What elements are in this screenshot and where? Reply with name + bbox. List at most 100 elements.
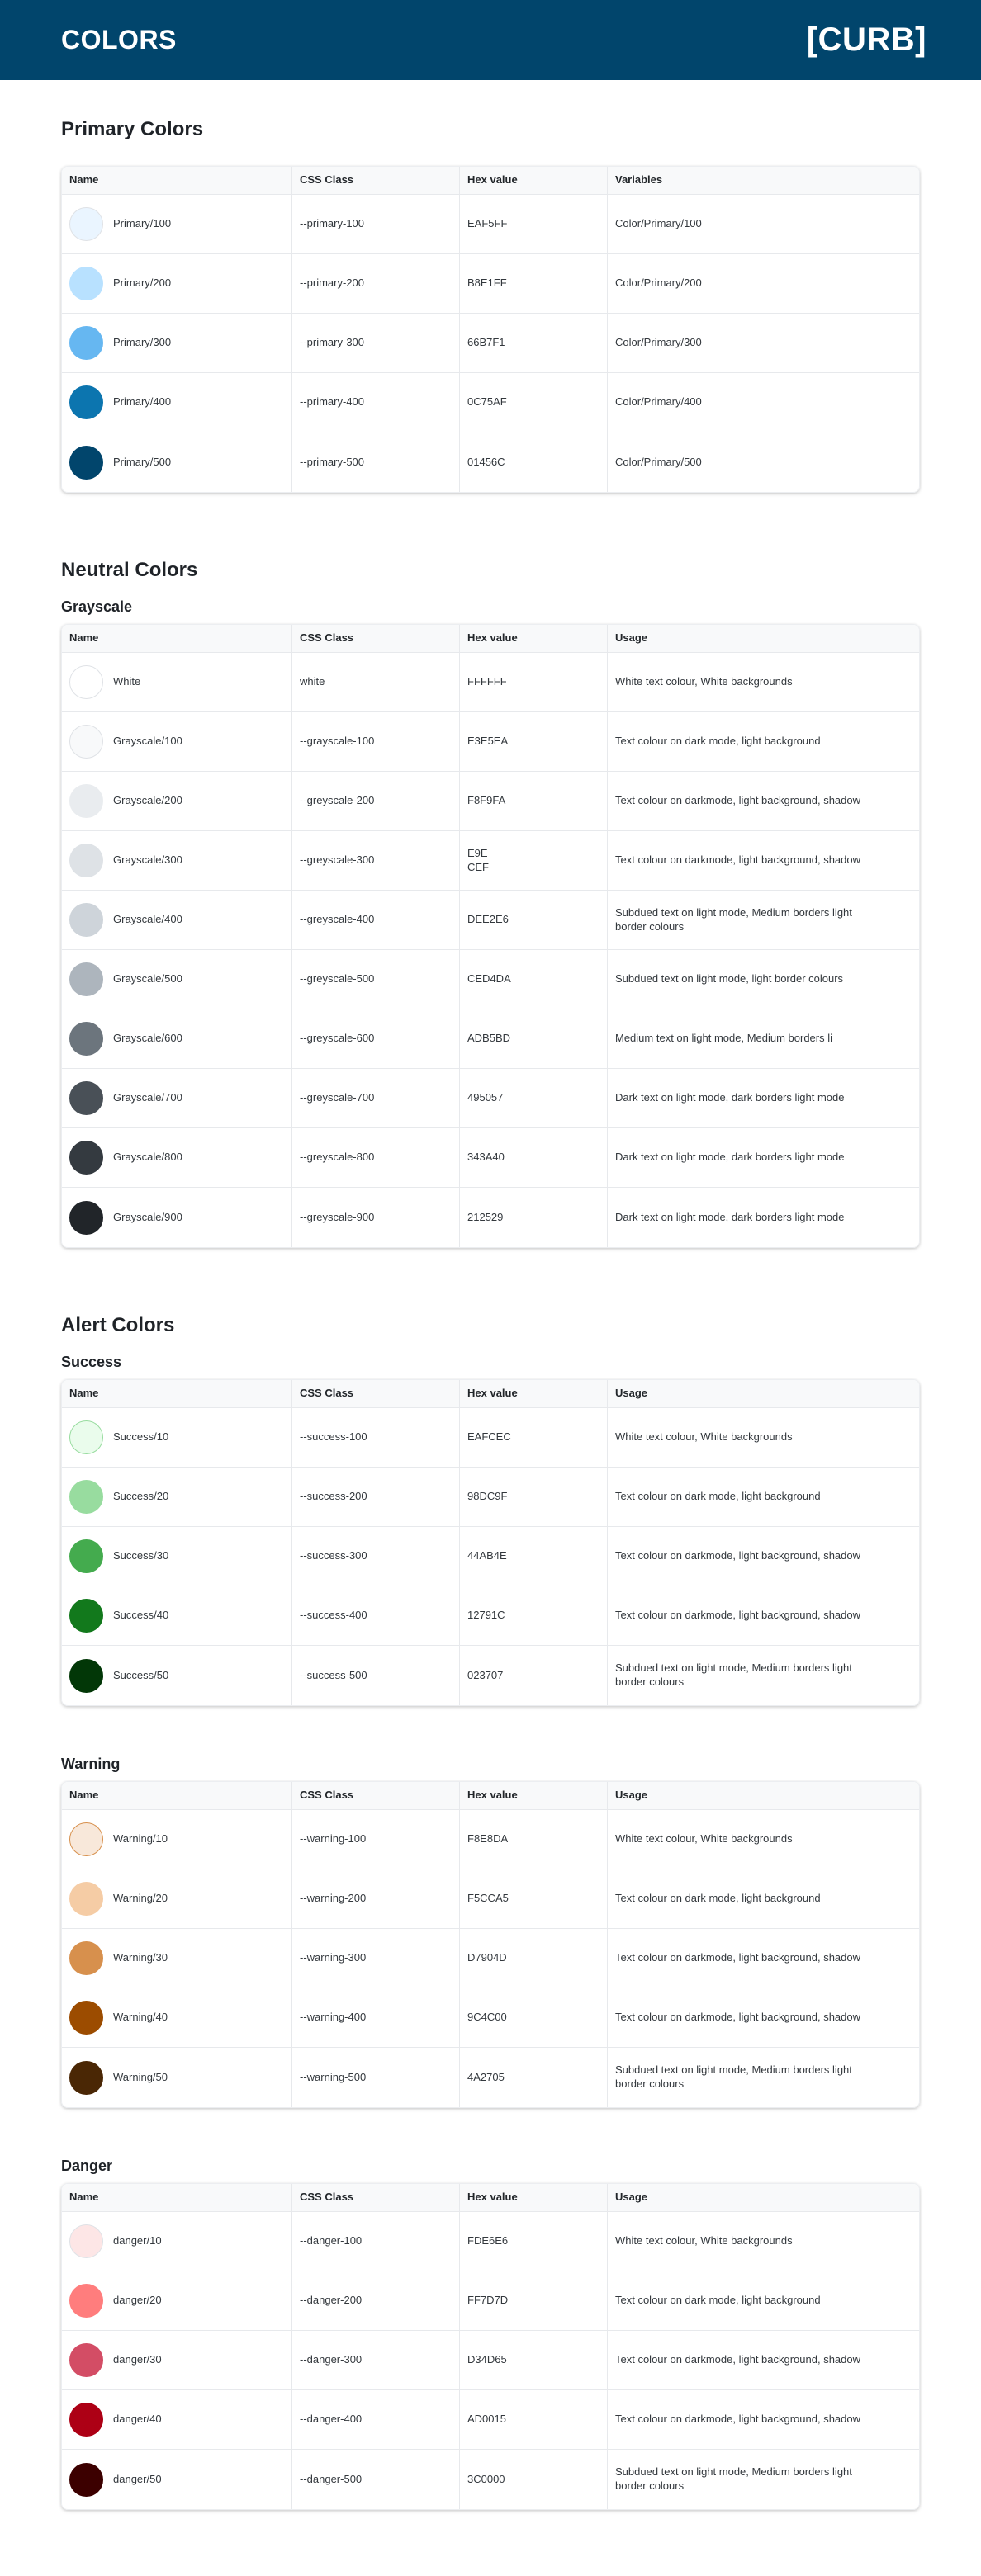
color-swatch xyxy=(69,1141,103,1175)
color-name-cell: Primary/300 xyxy=(62,314,292,372)
css-class-cell: --greyscale-700 xyxy=(292,1069,460,1127)
color-swatch xyxy=(69,1941,103,1975)
usage-cell: Color/Primary/100 xyxy=(608,195,919,253)
hex-value-cell: FFFFFF xyxy=(460,653,608,711)
usage-cell: Text colour on darkmode, light backgroun… xyxy=(608,772,919,830)
css-class-cell: --success-100 xyxy=(292,1408,460,1467)
hex-value-cell: B8E1FF xyxy=(460,254,608,313)
color-swatch xyxy=(69,445,103,480)
primary-colors-title: Primary Colors xyxy=(61,118,204,140)
warning-table: Name CSS Class Hex value Usage Warning/10 --w… xyxy=(61,1781,920,2108)
color-name-cell: Primary/400 xyxy=(62,373,292,432)
usage-text: Subdued text on light mode, Medium borde… xyxy=(615,2465,852,2492)
table-row: Grayscale/100 --grayscale-100 E3E5EA Text c… xyxy=(62,712,919,772)
usage-text: Text colour on dark mode, light backgrou… xyxy=(615,735,821,748)
usage-cell: Subdued text on light mode, Medium borde… xyxy=(608,1646,919,1705)
usage-text: Text colour on darkmode, light backgroun… xyxy=(615,2011,861,2024)
color-name: Grayscale/400 xyxy=(113,913,182,926)
hex-value-cell: FDE6E6 xyxy=(460,2212,608,2271)
hex-value-cell: E3E5EA xyxy=(460,712,608,771)
color-name-cell: Warning/30 xyxy=(62,1929,292,1988)
usage-text: White text colour, White backgrounds xyxy=(615,1430,793,1444)
color-name: Primary/200 xyxy=(113,277,172,290)
css-class-cell: --danger-400 xyxy=(292,2390,460,2449)
success-subtitle: Success xyxy=(61,1354,122,1370)
usage-text: Dark text on light mode, dark borders li… xyxy=(615,1151,845,1164)
page-header: COLORS [CURB] xyxy=(0,0,981,80)
table-row: Success/40 --success-400 12791C Text colour… xyxy=(62,1586,919,1646)
hex-value-cell: CED4DA xyxy=(460,950,608,1009)
color-name: Grayscale/900 xyxy=(113,1210,182,1223)
color-name: Success/20 xyxy=(113,1490,169,1503)
color-name-cell: danger/10 xyxy=(62,2212,292,2271)
hex-value-cell: D34D65 xyxy=(460,2331,608,2389)
color-name: Success/40 xyxy=(113,1609,169,1622)
usage-cell: Text colour on darkmode, light backgroun… xyxy=(608,2331,919,2389)
color-swatch xyxy=(69,1420,103,1454)
hex-value-cell: F5CCA5 xyxy=(460,1869,608,1928)
color-name-cell: Warning/40 xyxy=(62,1988,292,2047)
column-header-fourth: Usage xyxy=(615,1789,648,1802)
table-row: Grayscale/900 --greyscale-900 212529 Dark t… xyxy=(62,1188,919,1247)
table-row: danger/40 --danger-400 AD0015 Text colour o… xyxy=(62,2390,919,2450)
column-header-fourth: Usage xyxy=(615,1387,648,1400)
table-row: Warning/10 --warning-100 F8E8DA White text … xyxy=(62,1810,919,1869)
color-name-cell: Primary/100 xyxy=(62,195,292,253)
usage-cell: Text colour on darkmode, light backgroun… xyxy=(608,1527,919,1586)
color-swatch xyxy=(69,207,103,241)
color-name: Warning/30 xyxy=(113,1951,168,1964)
table-row: Grayscale/300 --greyscale-300 E9E CEF Text … xyxy=(62,831,919,891)
css-class-cell: --grayscale-100 xyxy=(292,712,460,771)
table-row: Warning/40 --warning-400 9C4C00 Text colour… xyxy=(62,1988,919,2048)
table-header-row: Name CSS Class Hex value Usage xyxy=(62,1782,919,1810)
column-header-hex-value: Hex value xyxy=(460,167,608,194)
usage-text: Text colour on darkmode, light backgroun… xyxy=(615,2413,861,2426)
color-name-cell: danger/30 xyxy=(62,2331,292,2389)
hex-value-cell: F8F9FA xyxy=(460,772,608,830)
color-swatch xyxy=(69,1882,103,1916)
table-row: Primary/100 --primary-100 EAF5FF Color/Prim… xyxy=(62,195,919,254)
color-swatch xyxy=(69,1658,103,1693)
table-row: Grayscale/700 --greyscale-700 495057 Dark t… xyxy=(62,1069,919,1128)
usage-text: Color/Primary/300 xyxy=(615,336,702,349)
usage-text: Text colour on darkmode, light backgroun… xyxy=(615,1609,861,1622)
table-row: Warning/20 --warning-200 F5CCA5 Text colour… xyxy=(62,1869,919,1929)
usage-cell: Color/Primary/400 xyxy=(608,373,919,432)
usage-text: White text colour, White backgrounds xyxy=(615,2234,793,2248)
column-header-name: Name xyxy=(62,2184,292,2211)
color-swatch xyxy=(69,267,103,300)
usage-cell: Text colour on dark mode, light backgrou… xyxy=(608,1869,919,1928)
usage-text: Text colour on darkmode, light backgroun… xyxy=(615,1951,861,1964)
table-row: Warning/50 --warning-500 4A2705 Subdued tex… xyxy=(62,2048,919,2107)
color-name: Success/30 xyxy=(113,1549,169,1562)
css-class-cell: --greyscale-800 xyxy=(292,1128,460,1187)
color-name: Grayscale/600 xyxy=(113,1032,182,1045)
usage-cell: Color/Primary/200 xyxy=(608,254,919,313)
usage-text: Subdued text on light mode, light border… xyxy=(615,972,844,985)
color-swatch xyxy=(69,2343,103,2377)
hex-value-cell: 01456C xyxy=(460,432,608,492)
css-class-cell: --greyscale-500 xyxy=(292,950,460,1009)
table-row: Grayscale/500 --greyscale-500 CED4DA Subdue… xyxy=(62,950,919,1009)
usage-cell: Subdued text on light mode, Medium borde… xyxy=(608,2450,919,2509)
hex-value-cell: 66B7F1 xyxy=(460,314,608,372)
column-header-css-class: CSS Class xyxy=(292,1782,460,1809)
css-class-cell: --greyscale-600 xyxy=(292,1009,460,1068)
color-swatch xyxy=(69,2284,103,2318)
column-header-hex-value: Hex value xyxy=(460,1380,608,1407)
usage-text: Dark text on light mode, dark borders li… xyxy=(615,1210,845,1223)
color-swatch xyxy=(69,784,103,818)
table-row: danger/10 --danger-100 FDE6E6 White text co… xyxy=(62,2212,919,2271)
main-content: Primary Colors Name CSS Class Hex value Var… xyxy=(0,118,981,2510)
color-swatch xyxy=(69,2462,103,2497)
css-class-cell: --success-300 xyxy=(292,1527,460,1586)
css-class-cell: --primary-200 xyxy=(292,254,460,313)
color-name-cell: White xyxy=(62,653,292,711)
color-name: Grayscale/500 xyxy=(113,972,182,985)
hex-value-cell: 3C0000 xyxy=(460,2450,608,2509)
css-class-cell: --greyscale-200 xyxy=(292,772,460,830)
color-name: Warning/40 xyxy=(113,2011,168,2024)
color-name: Primary/500 xyxy=(113,455,172,468)
css-class-cell: --greyscale-900 xyxy=(292,1188,460,1247)
hex-value-cell: 023707 xyxy=(460,1646,608,1705)
